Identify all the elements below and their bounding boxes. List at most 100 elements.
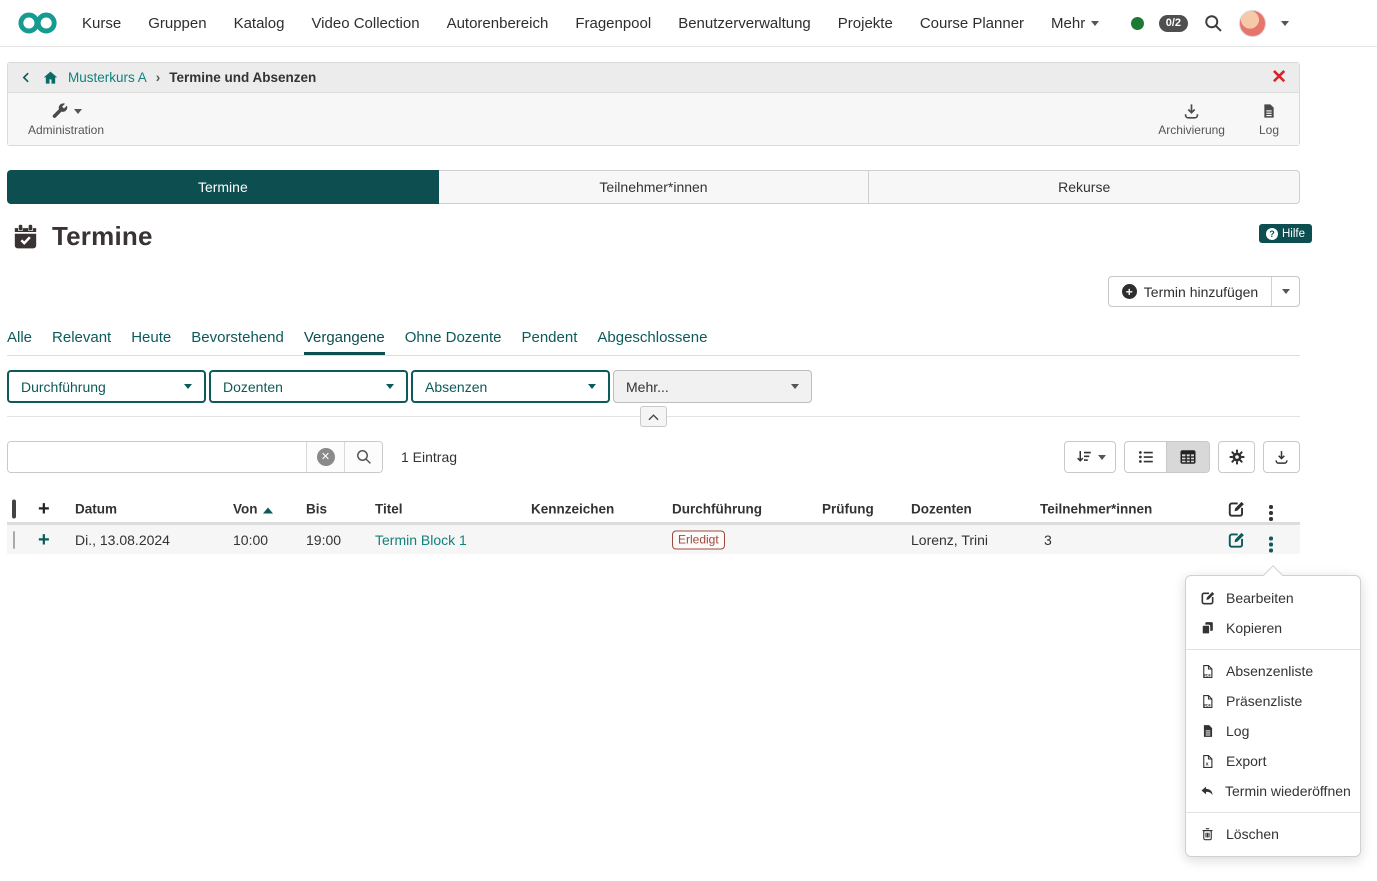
- col-datum[interactable]: Datum: [75, 501, 117, 516]
- nav-item-kurse[interactable]: Kurse: [82, 15, 121, 32]
- filter-tab-relevant[interactable]: Relevant: [52, 329, 111, 355]
- menu-item-absenzenliste[interactable]: PDF Absenzenliste: [1186, 656, 1360, 686]
- excel-file-icon: x: [1199, 753, 1216, 770]
- avatar[interactable]: [1239, 10, 1266, 37]
- chevron-down-icon: [184, 384, 192, 389]
- menu-item-bearbeiten[interactable]: Bearbeiten: [1186, 583, 1360, 613]
- row-expand-button[interactable]: +: [38, 530, 50, 550]
- nav-item-mehr[interactable]: Mehr: [1051, 15, 1099, 32]
- col-von[interactable]: Von: [233, 501, 273, 516]
- nav-item-gruppen[interactable]: Gruppen: [148, 15, 206, 32]
- export-download-button[interactable]: [1263, 441, 1300, 473]
- row-datum: Di., 13.08.2024: [75, 532, 170, 548]
- filter-tab-heute[interactable]: Heute: [131, 329, 171, 355]
- svg-text:PDF: PDF: [1204, 703, 1211, 707]
- nav-item-video-collection[interactable]: Video Collection: [311, 15, 419, 32]
- table-menu-icon[interactable]: [1269, 497, 1273, 521]
- archivierung-button[interactable]: Archivierung: [1158, 101, 1225, 137]
- list-view-button[interactable]: [1124, 441, 1167, 473]
- course-header-card: Musterkurs A › Termine und Absenzen ✕ Ad…: [7, 62, 1300, 146]
- filter-tab-pendent[interactable]: Pendent: [521, 329, 577, 355]
- plus-circle-icon: +: [1122, 284, 1137, 299]
- chat-counter-badge[interactable]: 0/2: [1159, 15, 1188, 32]
- expand-all-button[interactable]: +: [38, 499, 50, 519]
- menu-item-log[interactable]: Log: [1186, 716, 1360, 746]
- nav-item-autorenbereich[interactable]: Autorenbereich: [447, 15, 549, 32]
- wrench-icon: [51, 102, 69, 120]
- filter-tab-vergangene[interactable]: Vergangene: [304, 329, 385, 355]
- row-edit-icon[interactable]: [1227, 530, 1246, 549]
- copy-icon: [1199, 620, 1216, 636]
- search-input[interactable]: [8, 442, 306, 472]
- filter-dropdown-absenzen[interactable]: Absenzen: [411, 370, 610, 403]
- col-kennzeichen[interactable]: Kennzeichen: [531, 501, 614, 516]
- nav-item-katalog[interactable]: Katalog: [234, 15, 285, 32]
- filter-dropdown-mehr[interactable]: Mehr...: [613, 370, 812, 403]
- nav-item-course-planner[interactable]: Course Planner: [920, 15, 1024, 32]
- chevron-down-icon: [74, 109, 82, 114]
- col-bis[interactable]: Bis: [306, 501, 327, 516]
- menu-divider: [1186, 649, 1360, 650]
- log-file-icon: [1261, 101, 1277, 121]
- chevron-up-icon: [648, 413, 659, 421]
- administration-menu-button[interactable]: Administration: [28, 101, 104, 137]
- clear-search-button[interactable]: ✕: [306, 442, 344, 472]
- nav-item-fragenpool[interactable]: Fragenpool: [575, 15, 651, 32]
- result-count: 1 Eintrag: [401, 449, 457, 465]
- menu-item-export[interactable]: x Export: [1186, 746, 1360, 776]
- row-menu-icon[interactable]: [1269, 527, 1273, 552]
- filter-tab-bevorstehend[interactable]: Bevorstehend: [191, 329, 284, 355]
- breadcrumb: Musterkurs A › Termine und Absenzen ✕: [8, 63, 1299, 93]
- tab-rekurse[interactable]: Rekurse: [869, 170, 1300, 204]
- close-icon[interactable]: ✕: [1271, 68, 1287, 87]
- menu-item-kopieren[interactable]: Kopieren: [1186, 613, 1360, 643]
- sort-icon: [1075, 448, 1093, 466]
- add-termin-dropdown-toggle[interactable]: [1271, 277, 1299, 306]
- col-durchfuehrung[interactable]: Durchführung: [672, 501, 762, 516]
- col-dozenten[interactable]: Dozenten: [911, 501, 972, 516]
- calendar-check-icon: [12, 223, 39, 250]
- row-von: 10:00: [233, 532, 268, 548]
- tab-termine[interactable]: Termine: [7, 170, 439, 204]
- pdf-file-icon: PDF: [1199, 663, 1216, 680]
- search-icon[interactable]: [1203, 13, 1224, 34]
- filter-dropdown-durchfuehrung[interactable]: Durchführung: [7, 370, 206, 403]
- col-titel[interactable]: Titel: [375, 501, 403, 516]
- log-button[interactable]: Log: [1259, 101, 1279, 137]
- table-view-button[interactable]: [1167, 441, 1210, 473]
- tab-teilnehmerinnen[interactable]: Teilnehmer*innen: [439, 170, 870, 204]
- settings-button[interactable]: [1218, 441, 1255, 473]
- row-titel-link[interactable]: Termin Block 1: [375, 532, 467, 548]
- presence-dot-icon[interactable]: [1131, 17, 1144, 30]
- user-menu-chevron-icon[interactable]: [1281, 21, 1289, 26]
- home-icon[interactable]: [42, 70, 59, 86]
- submit-search-button[interactable]: [344, 442, 382, 472]
- sort-button[interactable]: [1064, 441, 1116, 473]
- openolat-logo-icon[interactable]: [18, 10, 58, 36]
- filter-tab-ohne-dozente[interactable]: Ohne Dozente: [405, 329, 502, 355]
- filter-tab-alle[interactable]: Alle: [7, 329, 32, 355]
- menu-item-praesenzliste[interactable]: PDF Präsenzliste: [1186, 686, 1360, 716]
- breadcrumb-course-link[interactable]: Musterkurs A: [68, 70, 147, 85]
- svg-text:x: x: [1206, 761, 1209, 767]
- row-teilnehmer: 3: [1044, 532, 1052, 548]
- edit-column-icon[interactable]: [1227, 499, 1246, 518]
- nav-item-projekte[interactable]: Projekte: [838, 15, 893, 32]
- nav-item-benutzerverwaltung[interactable]: Benutzerverwaltung: [678, 15, 811, 32]
- filter-dropdown-dozenten[interactable]: Dozenten: [209, 370, 408, 403]
- add-termin-button[interactable]: + Termin hinzufügen: [1108, 276, 1300, 307]
- select-all-checkbox[interactable]: [12, 501, 16, 516]
- menu-item-loeschen[interactable]: Löschen: [1186, 819, 1360, 849]
- row-checkbox[interactable]: [13, 532, 15, 548]
- col-teilnehmer[interactable]: Teilnehmer*innen: [1040, 501, 1152, 516]
- col-pruefung[interactable]: Prüfung: [822, 501, 874, 516]
- filter-tab-abgeschlossene[interactable]: Abgeschlossene: [597, 329, 707, 355]
- collapse-filters-button[interactable]: [640, 406, 667, 427]
- help-button[interactable]: ? Hilfe: [1259, 224, 1312, 243]
- chevron-down-icon: [386, 384, 394, 389]
- menu-item-termin-wiederoeffnen[interactable]: Termin wiederöffnen: [1186, 776, 1360, 806]
- table-row: + Di., 13.08.2024 10:00 19:00 Termin Blo…: [7, 525, 1300, 554]
- context-menu-arrow: [1263, 565, 1283, 585]
- status-badge: Erledigt: [672, 530, 725, 549]
- back-chevron-icon[interactable]: [20, 70, 33, 85]
